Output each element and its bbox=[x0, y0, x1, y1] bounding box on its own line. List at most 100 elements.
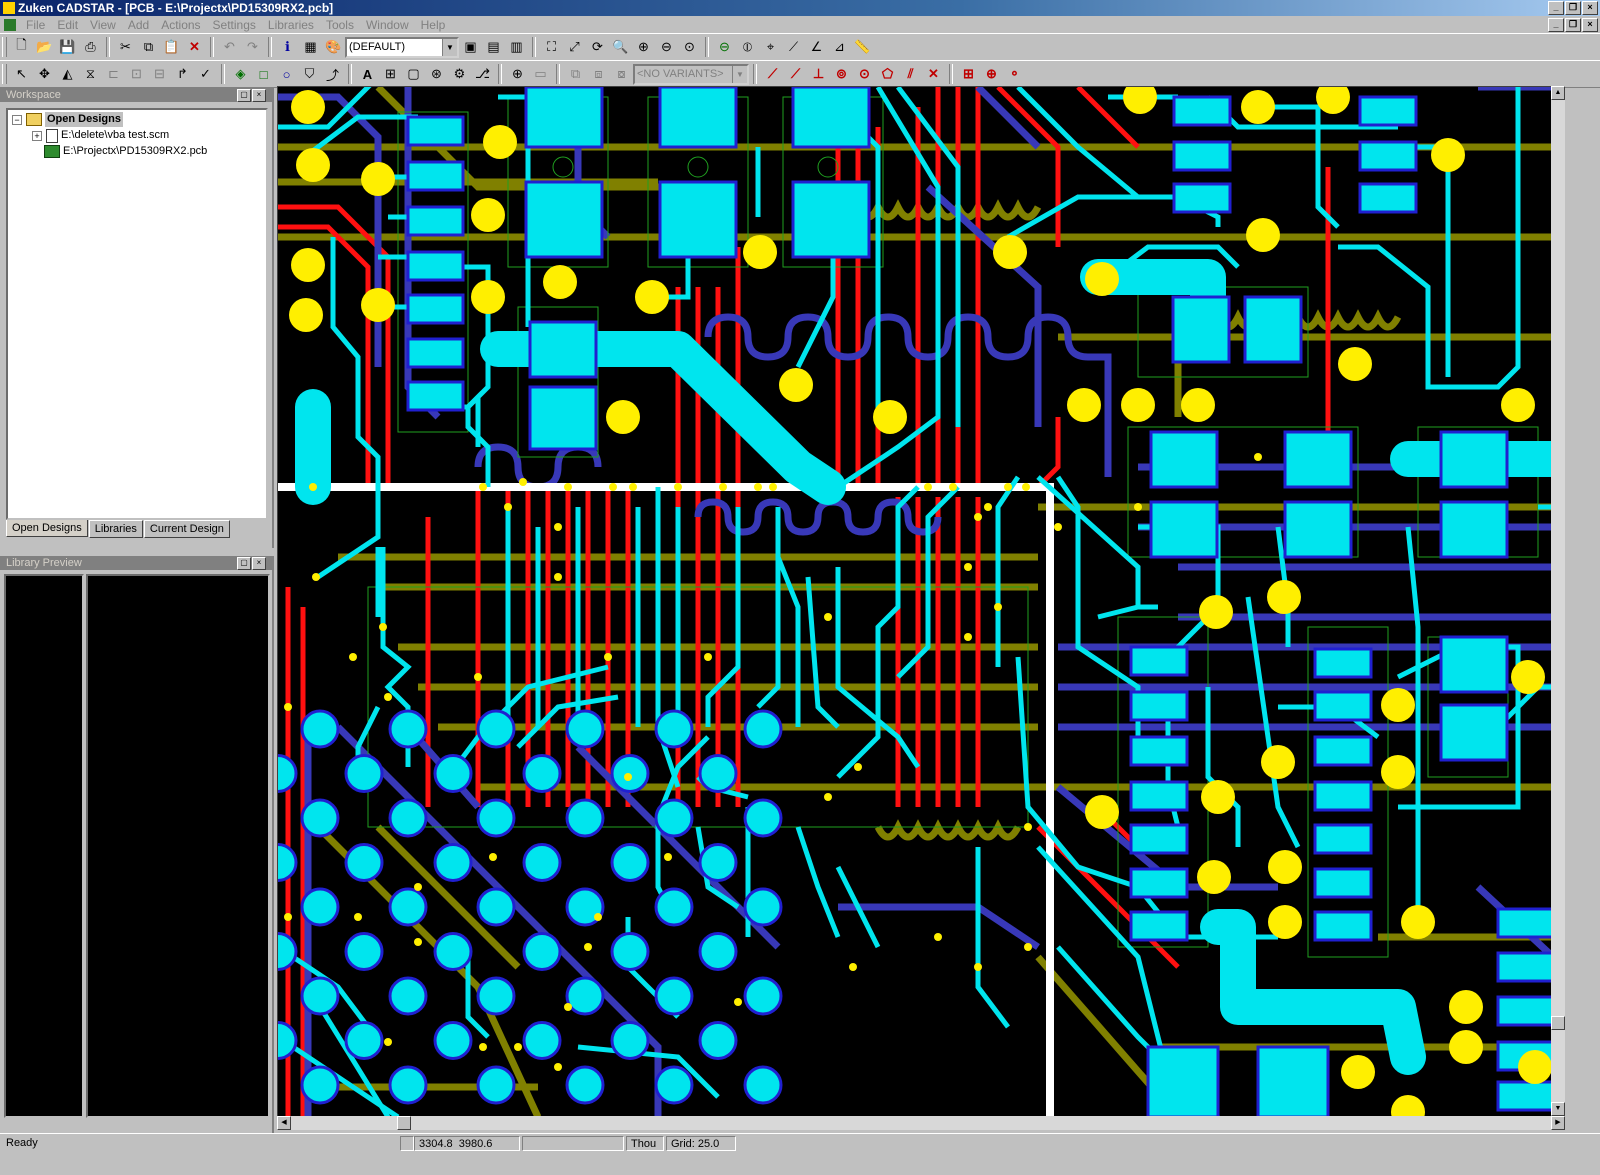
doc-minimize-icon[interactable]: _ bbox=[1548, 18, 1564, 32]
move-icon[interactable]: ✥ bbox=[34, 64, 55, 85]
horizontal-scrollbar[interactable]: ◀ ▶ bbox=[277, 1116, 1565, 1130]
toolbar-grip[interactable] bbox=[2, 37, 7, 57]
vertical-line-icon[interactable]: ⦶ bbox=[737, 37, 758, 58]
scroll-up-icon[interactable]: ▲ bbox=[1551, 86, 1565, 100]
scroll-thumb[interactable] bbox=[397, 1116, 411, 1130]
zoom-window-icon[interactable]: 🔍 bbox=[610, 37, 631, 58]
measure-icon[interactable]: ⟋ bbox=[783, 37, 804, 58]
layer-select[interactable]: (DEFAULT) ▼ bbox=[345, 36, 459, 58]
insert-part-icon[interactable]: ⊕ bbox=[507, 64, 528, 85]
circle-icon[interactable]: ○ bbox=[276, 64, 297, 85]
unroute-icon[interactable]: ✕ bbox=[923, 64, 944, 85]
vertical-scrollbar[interactable]: ▲ ▼ bbox=[1551, 86, 1565, 1118]
route-icon[interactable]: ↱ bbox=[172, 64, 193, 85]
close-icon[interactable]: × bbox=[1582, 1, 1598, 15]
paste-icon[interactable]: 📋 bbox=[161, 37, 182, 58]
app-icon[interactable] bbox=[3, 2, 15, 14]
design-tree[interactable]: − Open Designs + E:\delete\vba test.scm … bbox=[6, 108, 268, 520]
variant-add-icon[interactable]: ⧉ bbox=[565, 64, 586, 85]
autoroute-icon[interactable]: ⎇ bbox=[472, 64, 493, 85]
menu-actions[interactable]: Actions bbox=[155, 18, 206, 32]
variants-select[interactable]: <NO VARIANTS> ▼ bbox=[633, 63, 749, 85]
teardrop-icon[interactable]: ⊙ bbox=[854, 64, 875, 85]
zoom-fit-icon[interactable]: ⤢ bbox=[564, 37, 585, 58]
scroll-left-icon[interactable]: ◀ bbox=[277, 1116, 291, 1130]
drill-icon[interactable]: ⚙ bbox=[449, 64, 470, 85]
connect-icon[interactable]: ⟋ bbox=[762, 64, 783, 85]
new-file-icon[interactable]: 🗋 bbox=[11, 37, 32, 58]
variant-view-icon[interactable]: ⧇ bbox=[611, 64, 632, 85]
scroll-thumb[interactable] bbox=[1551, 1016, 1565, 1030]
toolbar-grip[interactable] bbox=[2, 64, 7, 84]
panel-restore-icon[interactable]: ▢ bbox=[237, 557, 251, 570]
tab-open-designs[interactable]: Open Designs bbox=[6, 520, 88, 537]
diagonal-route-icon[interactable]: ⟋ bbox=[785, 64, 806, 85]
menu-edit[interactable]: Edit bbox=[51, 18, 84, 32]
panel-close-icon[interactable]: × bbox=[252, 557, 266, 570]
pcb-canvas[interactable] bbox=[277, 86, 1565, 1118]
ruler-icon[interactable]: 📏 bbox=[852, 37, 873, 58]
info-icon[interactable]: ℹ bbox=[277, 37, 298, 58]
palette-icon[interactable]: 🎨 bbox=[323, 37, 344, 58]
doc-close-icon[interactable]: × bbox=[1582, 18, 1598, 32]
zoom-previous-icon[interactable]: ⊙ bbox=[679, 37, 700, 58]
angle-icon[interactable]: ∠ bbox=[806, 37, 827, 58]
tab-libraries[interactable]: Libraries bbox=[88, 520, 143, 538]
print-icon[interactable]: ⎙ bbox=[80, 37, 101, 58]
undo-icon[interactable]: ↶ bbox=[219, 37, 240, 58]
restore-icon[interactable]: ❐ bbox=[1565, 1, 1581, 15]
fanout-icon[interactable]: ⚬ bbox=[1004, 64, 1025, 85]
menu-help[interactable]: Help bbox=[415, 18, 452, 32]
copy-icon[interactable]: ⧉ bbox=[138, 37, 159, 58]
target-icon[interactable]: ⊕ bbox=[981, 64, 1002, 85]
zoom-in-icon[interactable]: ⊕ bbox=[633, 37, 654, 58]
variant-edit-icon[interactable]: ⧈ bbox=[588, 64, 609, 85]
open-folder-icon[interactable]: 📂 bbox=[34, 37, 55, 58]
align-icon[interactable]: ⊏ bbox=[103, 64, 124, 85]
mirror-icon[interactable]: ⧖ bbox=[80, 64, 101, 85]
component-icon[interactable]: ◈ bbox=[230, 64, 251, 85]
corner-icon[interactable]: ⊿ bbox=[829, 37, 850, 58]
scroll-down-icon[interactable]: ▼ bbox=[1551, 1102, 1565, 1116]
menu-libraries[interactable]: Libraries bbox=[262, 18, 320, 32]
save-icon[interactable]: 💾 bbox=[57, 37, 78, 58]
check-icon[interactable]: ✓ bbox=[195, 64, 216, 85]
menu-view[interactable]: View bbox=[84, 18, 122, 32]
group-icon[interactable]: ⊡ bbox=[126, 64, 147, 85]
scroll-right-icon[interactable]: ▶ bbox=[1551, 1116, 1565, 1130]
redo-icon[interactable]: ↷ bbox=[242, 37, 263, 58]
chevron-down-icon[interactable]: ▼ bbox=[732, 65, 747, 83]
pour-icon[interactable]: ⛉ bbox=[299, 64, 320, 85]
library-icon[interactable]: ▭ bbox=[530, 64, 551, 85]
layer-display-icon[interactable]: ▥ bbox=[506, 37, 527, 58]
export-icon[interactable]: ⤴ bbox=[322, 64, 343, 85]
panel-restore-icon[interactable]: ▢ bbox=[237, 89, 251, 102]
origin-icon[interactable]: ⌖ bbox=[760, 37, 781, 58]
rotate-icon[interactable]: ◭ bbox=[57, 64, 78, 85]
rectangle-icon[interactable]: □ bbox=[253, 64, 274, 85]
via-icon[interactable]: ⊚ bbox=[831, 64, 852, 85]
tree-item-open-designs[interactable]: − Open Designs bbox=[12, 112, 123, 127]
tree-item-pcb[interactable]: E:\Projectx\PD15309RX2.pcb bbox=[44, 144, 207, 159]
chevron-down-icon[interactable]: ▼ bbox=[442, 38, 457, 56]
symbol-icon[interactable]: ⊛ bbox=[426, 64, 447, 85]
menu-file[interactable]: File bbox=[20, 18, 51, 32]
layer-stack-icon[interactable]: ▤ bbox=[483, 37, 504, 58]
document-icon[interactable] bbox=[4, 18, 16, 31]
minimize-icon[interactable]: _ bbox=[1548, 1, 1564, 15]
menu-tools[interactable]: Tools bbox=[320, 18, 360, 32]
horizontal-line-icon[interactable]: ⊖ bbox=[714, 37, 735, 58]
text-icon[interactable]: A bbox=[357, 64, 378, 85]
ungroup-icon[interactable]: ⊟ bbox=[149, 64, 170, 85]
tab-current-design[interactable]: Current Design bbox=[143, 520, 230, 538]
test-point-icon[interactable]: ⊥ bbox=[808, 64, 829, 85]
doc-restore-icon[interactable]: ❐ bbox=[1565, 18, 1581, 32]
menu-settings[interactable]: Settings bbox=[207, 18, 262, 32]
cut-icon[interactable]: ✂ bbox=[115, 37, 136, 58]
zoom-out-icon[interactable]: ⊖ bbox=[656, 37, 677, 58]
expand-icon[interactable]: + bbox=[32, 130, 42, 141]
zoom-all-icon[interactable]: ⛶ bbox=[541, 37, 562, 58]
layer-view-icon[interactable]: ▣ bbox=[460, 37, 481, 58]
delete-icon[interactable]: ✕ bbox=[184, 37, 205, 58]
collapse-icon[interactable]: − bbox=[12, 114, 22, 125]
